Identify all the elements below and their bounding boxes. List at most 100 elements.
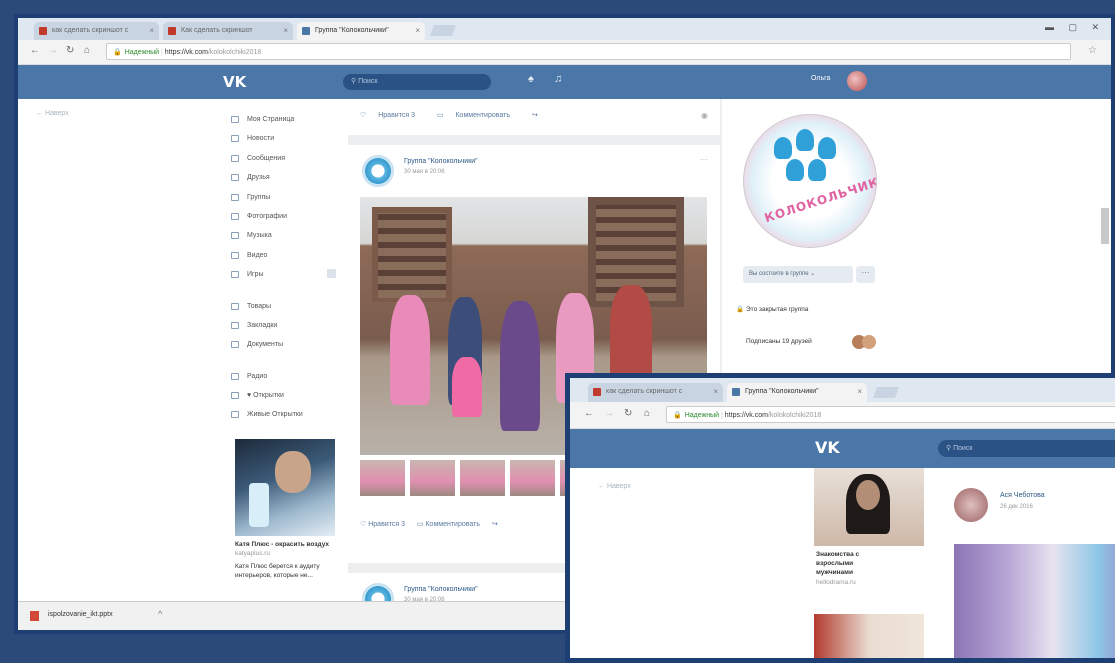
share-icon[interactable]: ↪ — [532, 112, 538, 119]
comment-button[interactable]: ▭ Комментировать — [437, 112, 520, 119]
search-input[interactable]: ⚲ Поиск — [938, 440, 1115, 457]
ad-title-line[interactable]: мужчинами — [816, 568, 926, 577]
author-avatar[interactable] — [954, 488, 988, 522]
menu-item-messages[interactable]: Сообщения — [230, 149, 340, 168]
post-author[interactable]: Ася Чеботова — [1000, 492, 1045, 499]
ad-image — [235, 439, 335, 536]
friend-avatars[interactable] — [852, 335, 878, 349]
back-arrow-icon[interactable]: ← — [584, 408, 594, 419]
menu-item-photos[interactable]: Фотографии — [230, 207, 340, 226]
menu-item-bookmarks[interactable]: Закладки — [230, 316, 340, 335]
photo-thumbnail[interactable] — [410, 460, 455, 496]
music-note-icon[interactable]: ♫ — [554, 73, 562, 85]
user-avatar[interactable] — [847, 71, 867, 91]
post-date[interactable]: 26 дек 2016 — [1000, 504, 1033, 510]
ad-title-line[interactable]: Знакомства с — [816, 550, 926, 559]
ad-title[interactable]: Катя Плюс - окрасить воздух — [235, 540, 335, 549]
bell-icon — [818, 137, 836, 159]
menu-item-friends[interactable]: Друзья — [230, 168, 340, 187]
heart-icon: ♡ — [360, 521, 369, 528]
menu-item-games[interactable]: Игры — [230, 265, 340, 284]
menu-item-news[interactable]: Новости — [230, 129, 340, 148]
new-tab-button[interactable] — [872, 387, 900, 398]
more-actions-button[interactable]: ··· — [856, 266, 875, 283]
search-input[interactable]: ⚲ Поиск — [343, 74, 491, 90]
ad-image[interactable] — [814, 614, 924, 658]
close-tab-icon[interactable]: × — [713, 383, 718, 401]
sidebar-ad[interactable]: Катя Плюс - окрасить воздух katyaplus.ru… — [235, 439, 335, 580]
reload-icon[interactable]: ↻ — [66, 45, 74, 56]
post-author[interactable]: Группа "Колокольчики" — [404, 158, 478, 165]
reload-icon[interactable]: ↻ — [624, 408, 632, 419]
home-icon[interactable]: ⌂ — [644, 408, 650, 419]
tab-screenshot-1[interactable]: как сделать скриншот с × — [34, 22, 159, 40]
menu-item-live-postcards[interactable]: Живые Открытки — [230, 405, 340, 424]
post-photo[interactable] — [954, 544, 1115, 658]
vk-favicon-icon — [302, 27, 310, 35]
home-icon[interactable]: ⌂ — [84, 45, 90, 56]
window-controls[interactable]: ▬ ▢ ✕ — [1045, 22, 1105, 33]
group-avatar[interactable] — [362, 155, 394, 187]
page-scrollbar[interactable] — [1101, 208, 1109, 244]
user-name[interactable]: Ольга — [811, 75, 830, 82]
url-input[interactable]: 🔒 Надежный | https://vk.com/kolokolchiki2… — [666, 406, 1115, 423]
post-author[interactable]: Группа "Колокольчики" — [404, 586, 478, 593]
vk-favicon-icon — [732, 388, 740, 396]
overlay-browser-window: как сделать скриншот с × Группа "Колокол… — [565, 373, 1115, 663]
settings-gear-icon[interactable] — [327, 269, 336, 279]
menu-item-documents[interactable]: Документы — [230, 335, 340, 354]
tab-group-kolokolchiki[interactable]: Группа "Колокольчики" × — [727, 383, 867, 402]
ad-image[interactable] — [814, 468, 924, 546]
notifications-bell-icon[interactable]: ♠ — [528, 73, 534, 85]
post-date[interactable]: 30 мая в 20:06 — [404, 169, 445, 175]
url-input[interactable]: 🔒 Надежный | https://vk.com/kolokolchiki2… — [106, 43, 1071, 60]
tab-bar: как сделать скриншот с × Группа "Колокол… — [570, 378, 1115, 402]
friends-subscribed[interactable]: Подписаны 19 друзей — [732, 330, 886, 354]
favicon-icon — [168, 27, 176, 35]
menu-item-postcards[interactable]: ♥ Открытки — [230, 386, 340, 405]
scroll-to-top-link[interactable]: ← Наверх — [36, 110, 69, 117]
new-tab-button[interactable] — [429, 25, 457, 36]
postcard-icon — [231, 392, 239, 400]
like-button[interactable]: ♡ Нравится 3 — [360, 112, 425, 119]
menu-item-video[interactable]: Видео — [230, 246, 340, 265]
download-filename[interactable]: ispolzovanie_ikt.pptx — [48, 611, 113, 618]
bookmark-star-icon[interactable]: ☆ — [1088, 45, 1097, 56]
group-logo-text: КОЛОКОЛЬЧИК — [762, 174, 877, 226]
comment-button[interactable]: ▭ Комментировать — [417, 521, 480, 528]
menu-item-goods[interactable]: Товары — [230, 297, 340, 316]
menu-item-music[interactable]: Музыка — [230, 226, 340, 245]
close-tab-icon[interactable]: × — [415, 22, 420, 40]
photo-thumbnail[interactable] — [460, 460, 505, 496]
forward-arrow-icon[interactable]: → — [604, 408, 614, 419]
tab-screenshot[interactable]: как сделать скриншот с × — [588, 383, 723, 402]
menu-item-my-page[interactable]: Моя Страница — [230, 110, 340, 129]
more-options-icon[interactable]: ··· — [700, 155, 708, 164]
vk-logo[interactable]: VK — [815, 438, 840, 457]
like-button[interactable]: ♡ Нравится 3 — [360, 521, 405, 528]
group-sidebar: КОЛОКОЛЬЧИК Вы состоите в группе ⌄ ··· 🔒… — [732, 106, 886, 354]
share-icon[interactable]: ↪ — [492, 521, 498, 528]
group-logo[interactable]: КОЛОКОЛЬЧИК — [743, 114, 877, 248]
close-tab-icon[interactable]: × — [857, 383, 862, 401]
membership-button[interactable]: Вы состоите в группе ⌄ — [743, 266, 853, 283]
photo-thumbnail[interactable] — [510, 460, 555, 496]
vk-header: VK ⚲ Поиск ♠ ♫ Ольга — [18, 65, 1111, 99]
ad-title-line[interactable]: взрослыми — [816, 559, 926, 568]
tab-group-kolokolchiki[interactable]: Группа "Колокольчики" × — [297, 22, 425, 40]
chevron-up-icon[interactable]: ^ — [158, 609, 162, 619]
postcard-icon — [231, 411, 239, 419]
tab-screenshot-2[interactable]: Как сделать скриншот × — [163, 22, 293, 40]
menu-item-groups[interactable]: Группы — [230, 188, 340, 207]
close-tab-icon[interactable]: × — [149, 22, 154, 40]
back-arrow-icon[interactable]: ← — [30, 45, 40, 56]
bell-icon — [796, 129, 814, 151]
close-tab-icon[interactable]: × — [283, 22, 288, 40]
menu-item-radio[interactable]: Радио — [230, 367, 340, 386]
forward-arrow-icon[interactable]: → — [48, 45, 58, 56]
scroll-to-top-link[interactable]: ← Наверх — [598, 483, 631, 490]
photo-thumbnail[interactable] — [360, 460, 405, 496]
vk-logo[interactable]: VK — [223, 73, 246, 91]
ad-domain: hellodrama.ru — [816, 579, 856, 586]
child-figure — [390, 295, 430, 405]
